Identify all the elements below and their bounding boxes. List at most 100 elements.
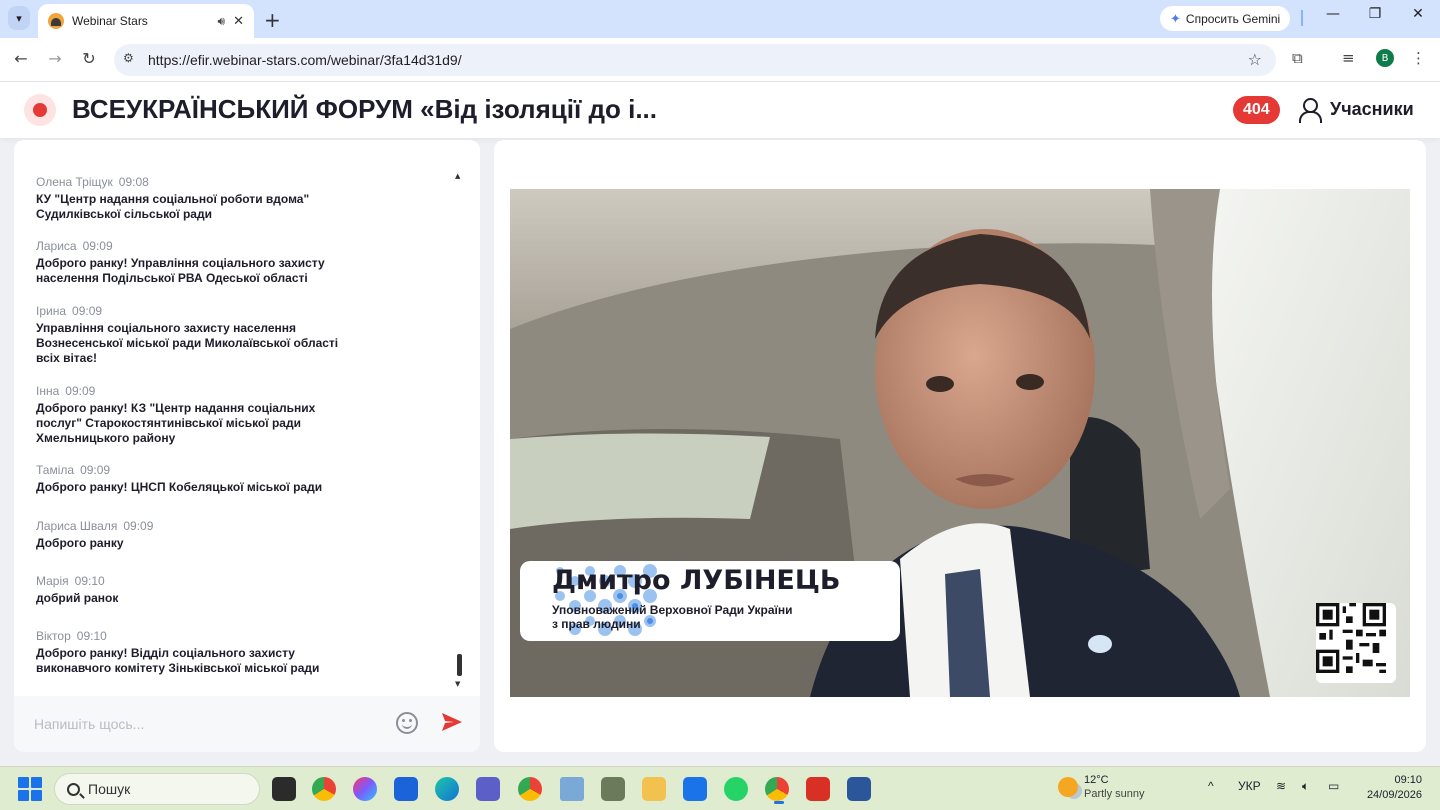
message-text: Доброго ранку! КЗ "Центр надання соціаль… [36, 401, 316, 445]
search-icon [67, 782, 80, 796]
new-tab-button[interactable]: + [264, 8, 281, 32]
windows-taskbar: Пошук 12°C Partly sunny ^ УКР ≋ 🔈︎ ▭ 09:… [0, 766, 1440, 810]
webinar-stars-favicon-icon [48, 13, 64, 29]
extensions-icon[interactable]: ⧉ [1292, 49, 1303, 67]
microsoft-store-icon[interactable] [394, 777, 418, 801]
chat-scrollbar[interactable]: ▲ ▼ [455, 172, 463, 688]
chat-message-input[interactable] [34, 706, 384, 742]
browser-tab[interactable]: Webinar Stars 🔊︎ ✕ [38, 4, 254, 38]
active-app-indicator [774, 801, 784, 804]
audio-playing-icon[interactable]: 🔊︎ [218, 14, 226, 29]
chat-message-list[interactable]: Олена Тріщук 09:08 КУ "Центр надання соці… [14, 170, 454, 690]
video-stream[interactable]: Дмитро ЛУБІНЕЦЬ Уповноважений Верховної … [510, 189, 1410, 697]
message-time: 09:09 [72, 304, 103, 318]
taskbar-search-box[interactable]: Пошук [54, 773, 260, 805]
message-time: 09:09 [82, 239, 113, 253]
emoji-picker-icon[interactable] [396, 712, 418, 734]
url-text[interactable]: https://efir.webinar-stars.com/webinar/3… [148, 52, 462, 68]
volume-icon[interactable]: 🔈︎ [1302, 779, 1309, 794]
word-app-icon[interactable] [847, 777, 871, 801]
participants-button[interactable]: Учасники [1330, 99, 1414, 120]
message-meta: Віктор 09:10 [36, 629, 376, 643]
whatsapp-app-icon[interactable] [724, 777, 748, 801]
minimize-window-button[interactable]: — [1318, 6, 1348, 22]
chat-message: Віктор 09:10 Доброго ранку! Відділ соціал… [36, 629, 376, 676]
chat-composer [14, 696, 480, 752]
message-author: Ірина [36, 304, 67, 318]
edge-browser-icon[interactable] [435, 777, 459, 801]
show-hidden-icons-chevron-icon[interactable]: ^ [1208, 779, 1214, 793]
browser-menu-icon[interactable]: ⋮ [1411, 49, 1426, 67]
app-icon[interactable] [601, 777, 625, 801]
message-author: Віктор [36, 629, 71, 643]
close-window-button[interactable]: ✕ [1403, 6, 1433, 22]
reload-icon[interactable]: ↻ [78, 49, 100, 68]
participants-user-icon[interactable] [1298, 98, 1322, 123]
webinar-header: ВСЕУКРАЇНСЬКИЙ ФОРУМ «Від ізоляції до і.… [0, 82, 1440, 138]
chat-panel: Олена Тріщук 09:08 КУ "Центр надання соці… [14, 140, 480, 752]
chat-message: Олена Тріщук 09:08 КУ "Центр надання соці… [36, 175, 376, 222]
scroll-up-arrow-icon[interactable]: ▲ [455, 172, 460, 180]
task-view-icon[interactable] [272, 777, 296, 801]
language-indicator[interactable]: УКР [1238, 779, 1261, 793]
ask-gemini-button[interactable]: ✦ Спросить Gemini [1160, 6, 1291, 31]
taskbar-search-label: Пошук [88, 781, 131, 797]
message-meta: Ірина 09:09 [36, 304, 376, 318]
forward-arrow-icon[interactable]: → [44, 49, 66, 68]
message-time: 09:09 [123, 519, 154, 533]
scroll-thumb[interactable] [457, 654, 462, 676]
message-time: 09:09 [65, 384, 96, 398]
live-indicator-icon [24, 94, 56, 126]
system-clock[interactable]: 09:10 24/09/2026 [1358, 773, 1422, 803]
message-time: 09:10 [74, 574, 105, 588]
profile-avatar[interactable]: B [1376, 49, 1394, 67]
message-meta: Інна 09:09 [36, 384, 376, 398]
teams-app-icon[interactable] [476, 777, 500, 801]
qr-code [1316, 603, 1396, 683]
message-author: Інна [36, 384, 60, 398]
wifi-icon[interactable]: ≋ [1276, 779, 1286, 793]
chat-message: Марія 09:10 добрий ранок [36, 574, 376, 606]
message-text: КУ "Центр надання соціальної роботи вдом… [36, 192, 310, 221]
media-controls-icon[interactable]: ≡ [1342, 49, 1355, 67]
participants-count-badge[interactable]: 404 [1233, 96, 1280, 124]
weather-description: Partly sunny [1084, 788, 1145, 800]
close-tab-icon[interactable]: ✕ [233, 14, 244, 29]
back-arrow-icon[interactable]: ← [10, 49, 32, 68]
browser-tab-strip: ▾ Webinar Stars 🔊︎ ✕ + ✦ Спросить Gemini… [0, 0, 1440, 38]
message-text: Доброго ранку! Відділ соціального захист… [36, 646, 320, 675]
tab-search-menu-icon[interactable]: ▾ [8, 6, 30, 30]
message-time: 09:08 [118, 175, 149, 189]
send-message-button[interactable] [440, 710, 464, 734]
speaker-role: Уповноважений Верховної Ради України з п… [552, 603, 793, 631]
chat-message: Інна 09:09 Доброго ранку! КЗ "Центр надан… [36, 384, 376, 446]
send-paper-plane-icon [442, 713, 462, 731]
address-bar[interactable]: ⚙ https://efir.webinar-stars.com/webinar… [114, 44, 1276, 76]
message-time: 09:09 [80, 463, 111, 477]
video-panel: Дмитро ЛУБІНЕЦЬ Уповноважений Верховної … [494, 140, 1426, 752]
chrome-active-app-icon[interactable] [765, 777, 789, 801]
scroll-down-arrow-icon[interactable]: ▼ [455, 680, 460, 688]
bookmark-star-icon[interactable]: ☆ [1248, 50, 1262, 69]
speaker-lower-third: Дмитро ЛУБІНЕЦЬ Уповноважений Верховної … [520, 561, 900, 641]
chat-message: Лариса 09:09 Доброго ранку! Управління со… [36, 239, 376, 286]
chrome-app-icon[interactable] [312, 777, 336, 801]
message-time: 09:10 [76, 629, 107, 643]
message-author: Лариса Шваля [36, 519, 118, 533]
onedrive-app-icon[interactable] [560, 777, 584, 801]
copilot-app-icon[interactable] [353, 777, 377, 801]
file-explorer-icon[interactable] [642, 777, 666, 801]
chrome-profile-app-icon[interactable] [518, 777, 542, 801]
site-info-icon[interactable]: ⚙ [123, 51, 134, 65]
message-author: Лариса [36, 239, 77, 253]
windows-start-icon[interactable] [18, 777, 42, 801]
message-meta: Лариса 09:09 [36, 239, 376, 253]
weather-widget[interactable]: 12°C Partly sunny [1058, 773, 1145, 801]
remote-desktop-icon[interactable] [683, 777, 707, 801]
chat-message: Таміла 09:09 Доброго ранку! ЦНСП Кобеляць… [36, 463, 376, 495]
chat-message: Ірина 09:09 Управління соціального захист… [36, 304, 376, 366]
tab-title: Webinar Stars [72, 14, 148, 28]
restore-window-button[interactable]: ❐ [1360, 6, 1390, 22]
battery-icon[interactable]: ▭ [1328, 779, 1339, 793]
acrobat-app-icon[interactable] [806, 777, 830, 801]
